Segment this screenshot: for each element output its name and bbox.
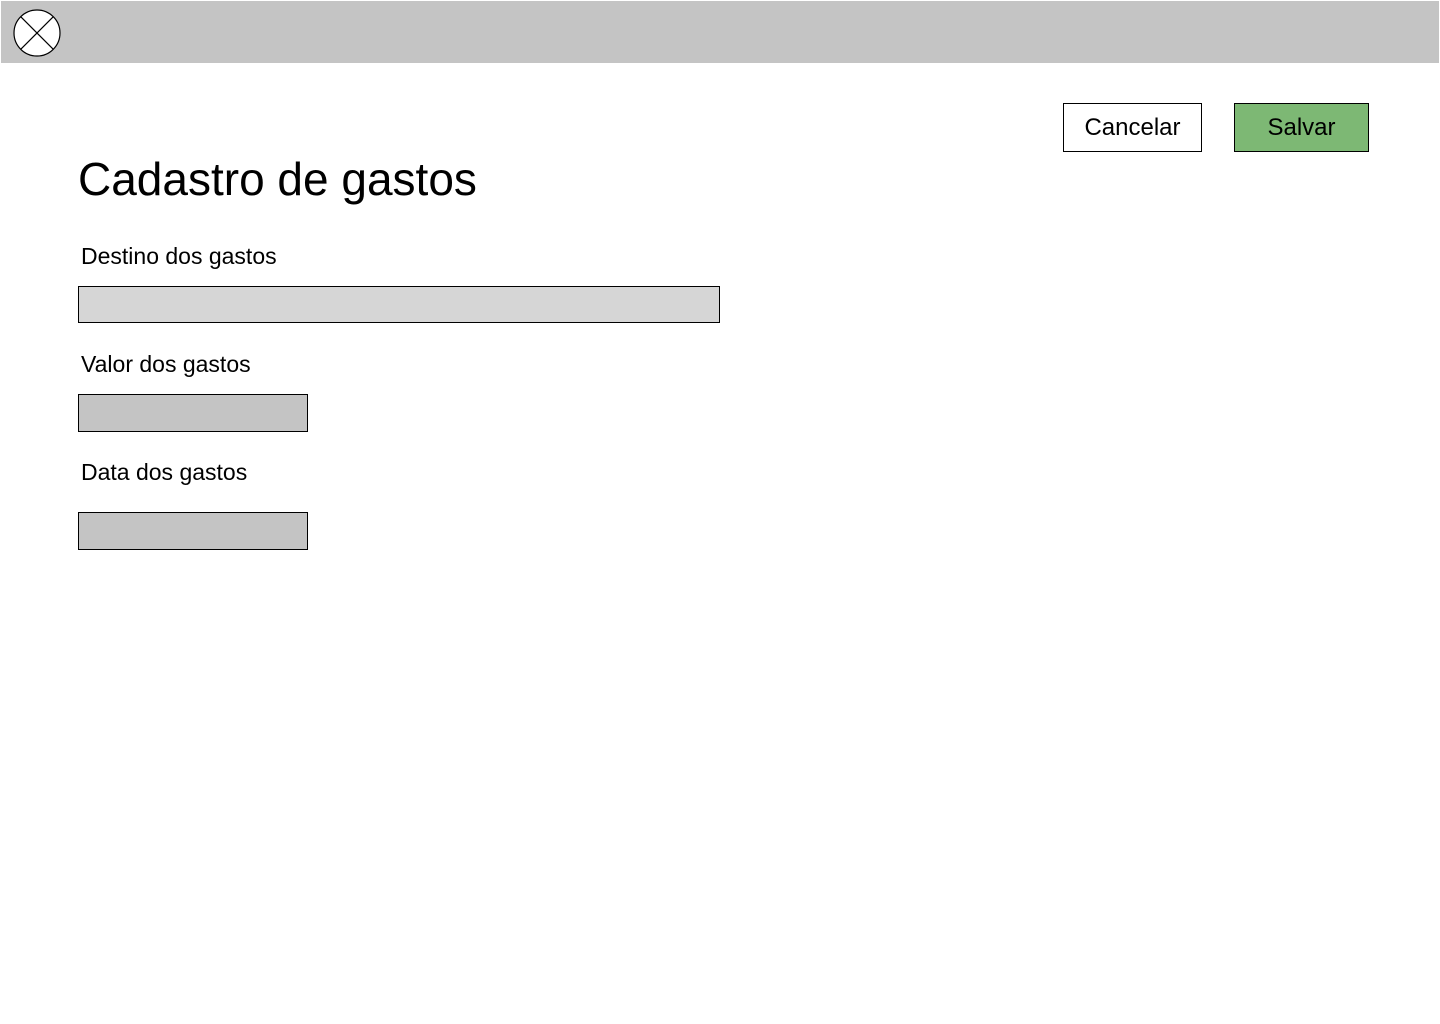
destination-label: Destino dos gastos (81, 243, 277, 269)
logo-placeholder-icon (13, 9, 61, 57)
amount-label: Valor dos gastos (81, 351, 251, 377)
amount-input[interactable] (78, 394, 308, 432)
destination-input[interactable] (78, 286, 720, 323)
cancel-button[interactable]: Cancelar (1063, 103, 1202, 152)
date-label: Data dos gastos (81, 459, 248, 485)
top-bar (1, 1, 1439, 63)
page-title: Cadastro de gastos (78, 153, 477, 205)
date-input[interactable] (78, 512, 308, 550)
save-button[interactable]: Salvar (1234, 103, 1369, 152)
expense-form-page: Cancelar Salvar Cadastro de gastos Desti… (0, 0, 1440, 1024)
